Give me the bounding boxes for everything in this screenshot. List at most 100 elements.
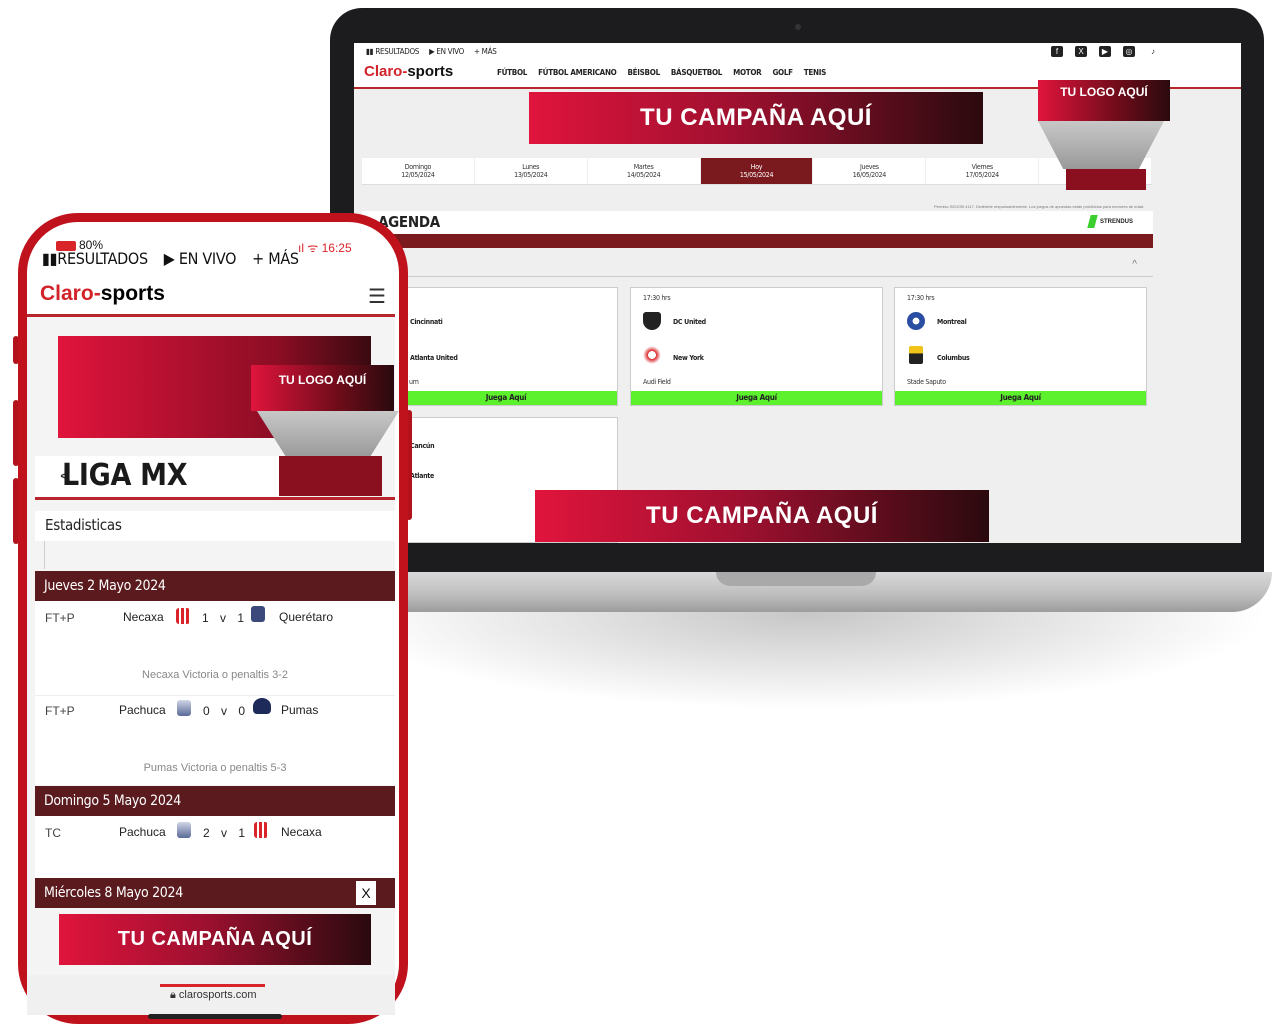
live-link[interactable]: ▶ EN VIVO: [429, 47, 464, 56]
nav-futbol[interactable]: FÚTBOL: [497, 68, 527, 77]
tab-day[interactable]: Jueves 16/05/2024: [813, 158, 927, 184]
nav-basquetbol[interactable]: BÁSQUETBOL: [671, 68, 723, 77]
logo-ad-base: [279, 456, 382, 496]
nav-tenis[interactable]: TENIS: [804, 68, 827, 77]
nav-golf[interactable]: GOLF: [772, 68, 793, 77]
play-button[interactable]: Juega Aquí: [895, 391, 1146, 405]
signal-wifi-icon: ıl ᯤ: [298, 241, 322, 255]
away-team: Columbus: [937, 354, 970, 362]
home-team: Necaxa: [123, 610, 164, 624]
away-team: Atlante: [410, 472, 434, 480]
date-header: Jueves 2 Mayo 2024: [35, 571, 395, 601]
chevron-up-icon[interactable]: ^: [1132, 259, 1137, 270]
agenda-red-band: [362, 234, 1153, 248]
tab-day[interactable]: Domingo 12/05/2024: [362, 158, 475, 184]
social-icons: f X ▶ ◎ ♪: [1051, 46, 1159, 57]
tiktok-icon[interactable]: ♪: [1147, 46, 1159, 57]
nav-motor[interactable]: MOTOR: [733, 68, 762, 77]
logo-ad-base: [1066, 169, 1146, 190]
laptop-notch: [716, 572, 876, 586]
url-text: 🔒︎ clarosports.com: [170, 989, 257, 1001]
away-team: Pumas: [281, 703, 319, 717]
lock-icon: 🔒︎: [170, 989, 179, 1001]
home-team: Cincinnati: [410, 318, 443, 326]
game-status: FT+P: [45, 611, 75, 625]
home-team: DC United: [673, 318, 706, 326]
venue: Audi Field: [643, 378, 671, 386]
columbus-crest-icon: [909, 346, 923, 364]
tab-day-today[interactable]: Hoy 15/05/2024: [700, 158, 814, 184]
live-link[interactable]: ▶ EN VIVO: [164, 249, 237, 268]
away-team: Necaxa: [281, 825, 322, 839]
tab-day[interactable]: Viernes 17/05/2024: [926, 158, 1040, 184]
collapse-row[interactable]: ^: [362, 255, 1153, 277]
youtube-icon[interactable]: ▶: [1099, 46, 1111, 57]
league-title: LIGA MX: [62, 458, 188, 493]
play-button[interactable]: Juega Aquí: [631, 391, 882, 405]
league-underline: [35, 497, 395, 500]
mobile-logo[interactable]: Claro-sports: [40, 282, 165, 306]
campaign-banner-mobile[interactable]: TU CAMPAÑA AQUÍ: [59, 914, 371, 965]
home-indicator[interactable]: [148, 1014, 282, 1019]
url-bar-accent: [160, 984, 265, 987]
mobile-util-bar: ▮▮RESULTADOS ▶ EN VIVO + MÁS: [42, 249, 299, 268]
home-team: Pachuca: [119, 703, 166, 717]
red-bulls-crest-icon: [643, 346, 661, 364]
logo-ad-mobile[interactable]: TU LOGO AQUÍ: [251, 365, 394, 411]
game-note: Necaxa Victoria o penaltis 3-2: [142, 669, 288, 681]
necaxa-crest-icon: [176, 608, 190, 624]
score: 2 v 1: [203, 826, 250, 840]
venue: Stade Saputo: [907, 378, 946, 386]
stats-subtab[interactable]: [35, 541, 45, 569]
sponsor-logo[interactable]: STRENDUS: [1087, 215, 1133, 228]
date-header: Domingo 5 Mayo 2024: [35, 786, 395, 816]
laptop-camera: [795, 24, 801, 30]
desktop-logo[interactable]: Claro-sports: [364, 63, 453, 80]
x-icon[interactable]: X: [1075, 46, 1087, 57]
facebook-icon[interactable]: f: [1051, 46, 1063, 57]
pumas-crest-icon: [253, 698, 271, 714]
montreal-crest-icon: [907, 312, 925, 330]
instagram-icon[interactable]: ◎: [1123, 46, 1135, 57]
game-status: TC: [45, 826, 61, 840]
tab-day[interactable]: Martes 14/05/2024: [588, 158, 701, 184]
game-note: Pumas Victoria o penaltis 5-3: [143, 762, 287, 774]
score: 1 v 1: [202, 611, 249, 625]
hamburger-menu-icon[interactable]: ☰: [368, 284, 386, 309]
dc-united-crest-icon: [643, 312, 661, 330]
pachuca-crest-icon: [177, 822, 191, 838]
home-team: Cancún: [410, 442, 435, 450]
agenda-bar: [362, 211, 1153, 235]
more-link[interactable]: + MÁS: [252, 249, 299, 268]
away-team: Querétaro: [279, 610, 334, 624]
strendus-icon: [1087, 215, 1098, 228]
campaign-banner-bottom[interactable]: TU CAMPAÑA AQUÍ: [535, 490, 989, 542]
close-ad-button[interactable]: X: [356, 881, 376, 905]
desktop-nav: FÚTBOL FÚTBOL AMERICANO BÉISBOL BÁSQUETB…: [497, 68, 826, 77]
status-time: ıl ᯤ 16:25: [298, 241, 352, 255]
more-link[interactable]: + MÁS: [474, 47, 497, 56]
tab-estadisticas[interactable]: Estadisticas: [45, 516, 122, 534]
day-tabs: Domingo 12/05/2024 Lunes 13/05/2024 Martes…: [362, 158, 1153, 185]
date-header: Miércoles 8 Mayo 2024: [35, 878, 395, 908]
home-team: Montreal: [937, 318, 967, 326]
results-link[interactable]: ▮▮RESULTADOS: [42, 249, 148, 268]
play-button[interactable]: Juega Aquí: [395, 391, 617, 405]
nav-futbol-americano[interactable]: FÚTBOL AMERICANO: [538, 68, 617, 77]
logo-ad-desktop[interactable]: TU LOGO AQUÍ: [1038, 80, 1170, 121]
tab-day[interactable]: Lunes 13/05/2024: [475, 158, 588, 184]
nav-beisbol[interactable]: BÉISBOL: [628, 68, 661, 77]
match-time: 17:30 hrs: [907, 294, 935, 302]
game-status: FT+P: [45, 704, 75, 718]
queretaro-crest-icon: [251, 606, 265, 622]
match-card[interactable]: 17:30 hrs Montreal Columbus Stade Saputo…: [894, 287, 1147, 406]
match-card[interactable]: Cincinnati Atlanta United um Juega Aquí: [394, 287, 618, 406]
match-card[interactable]: 17:30 hrs DC United New York Audi Field …: [630, 287, 883, 406]
legal-note: Permiso SEGOB 4117. Diviértete responsab…: [934, 204, 1145, 209]
necaxa-crest-icon: [254, 822, 268, 838]
away-team: New York: [673, 354, 704, 362]
score: 0 v 0: [203, 704, 250, 718]
results-link[interactable]: ▮▮ RESULTADOS: [366, 47, 419, 56]
venue: um: [409, 378, 419, 386]
campaign-banner-top[interactable]: TU CAMPAÑA AQUÍ: [529, 92, 983, 144]
